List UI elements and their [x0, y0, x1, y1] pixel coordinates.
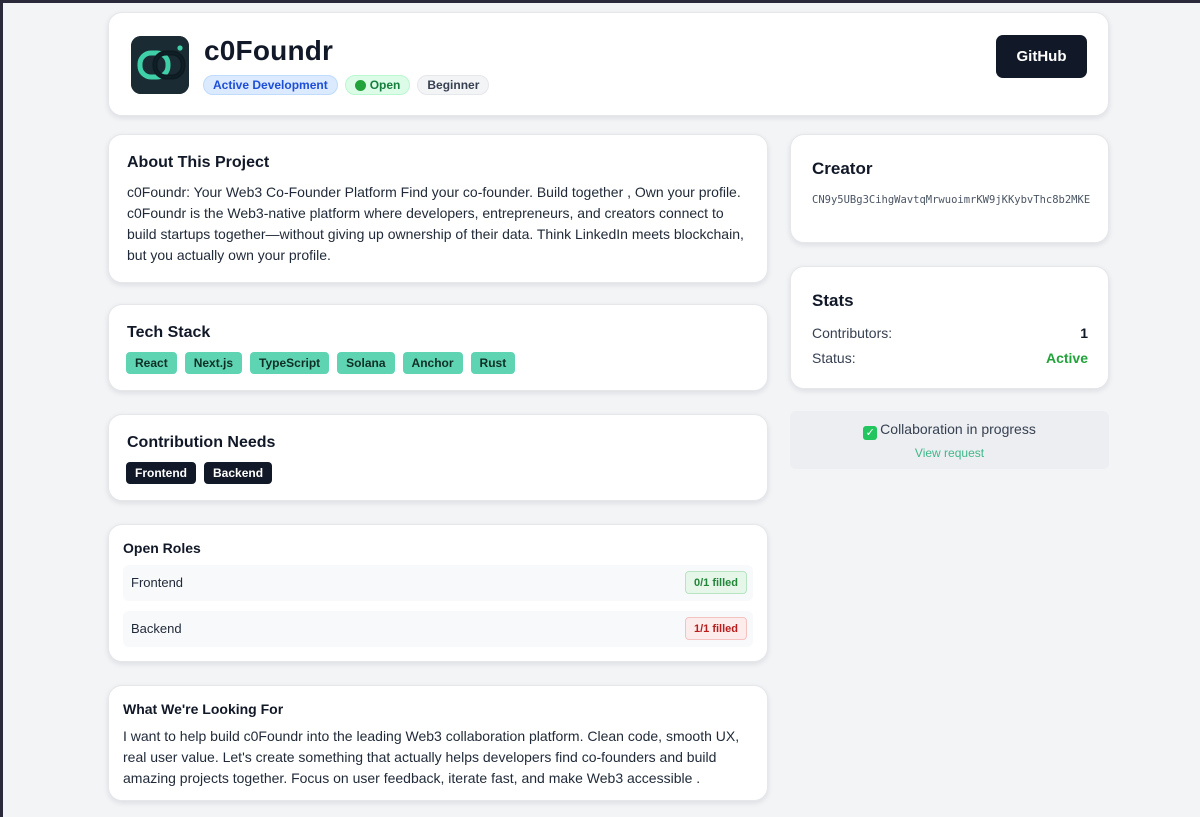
- status-badge-development: Active Development: [203, 75, 338, 95]
- green-dot-icon: [354, 79, 366, 91]
- looking-for-title: What We're Looking For: [123, 701, 284, 717]
- badge-label: Active Development: [213, 78, 328, 92]
- looking-for-section: What We're Looking For I want to help bu…: [108, 685, 768, 801]
- status-value: Active: [1045, 350, 1088, 366]
- github-button[interactable]: GitHub: [996, 35, 1087, 78]
- project-title: c0Foundr: [204, 35, 334, 66]
- about-title: About This Project: [127, 154, 270, 171]
- check-mark-icon: ✓: [863, 426, 878, 440]
- tech-stack-list: React Next.js TypeScript Solana Anchor R…: [126, 352, 516, 374]
- collaboration-message: ✓ Collaboration in progress: [790, 421, 1109, 440]
- stat-label: Status:: [812, 350, 856, 366]
- open-roles-section: Open Roles Frontend 0/1 filled Backend 1…: [108, 524, 768, 662]
- role-name: Backend: [131, 621, 182, 636]
- collaboration-text: Collaboration in progress: [880, 421, 1036, 437]
- creator-wallet-address: CN9y5UBg3CihgWavtqMrwuoimrKW9jKKybvThc8b…: [812, 194, 1091, 206]
- about-description: c0Foundr: Your Web3 Co-Founder Platform …: [127, 184, 744, 263]
- stats-section: Stats Contributors: 1 Status: Active: [790, 266, 1109, 389]
- role-filled-badge: 0/1 filled: [684, 571, 747, 594]
- tech-chip: Solana: [337, 352, 395, 374]
- tech-chip: Anchor: [402, 352, 463, 374]
- badge-label: Open: [369, 78, 401, 92]
- role-row-frontend[interactable]: Frontend 0/1 filled: [123, 565, 753, 601]
- tech-stack-section: Tech Stack React Next.js TypeScript Sola…: [108, 304, 768, 391]
- role-name: Frontend: [131, 575, 184, 590]
- stat-label: Contributors:: [812, 325, 893, 341]
- project-logo-icon: [131, 36, 189, 94]
- difficulty-badge: Beginner: [417, 75, 490, 95]
- tech-chip: React: [126, 352, 177, 374]
- open-roles-title: Open Roles: [123, 540, 201, 556]
- looking-for-description: I want to help build c0Foundr into the l…: [123, 728, 740, 786]
- stats-title: Stats: [812, 291, 854, 310]
- contributors-count: 1: [1080, 325, 1088, 341]
- project-badges: Active Development Open Beginner: [203, 75, 490, 95]
- stat-row-contributors: Contributors: 1: [812, 325, 1088, 341]
- contribution-needs-title: Contribution Needs: [127, 434, 276, 451]
- window-frame-left: [0, 0, 3, 817]
- window-frame-top: [0, 0, 1200, 3]
- role-row-backend[interactable]: Backend 1/1 filled: [123, 611, 753, 647]
- collaboration-banner: ✓ Collaboration in progress View request: [790, 411, 1109, 469]
- project-header: c0Foundr Active Development Open Beginne…: [108, 12, 1109, 116]
- tech-chip: TypeScript: [250, 352, 330, 374]
- need-chip: Frontend: [126, 462, 196, 484]
- role-filled-badge: 1/1 filled: [684, 617, 747, 640]
- tech-stack-title: Tech Stack: [127, 324, 211, 341]
- about-section: About This Project c0Foundr: Your Web3 C…: [108, 134, 768, 283]
- creator-title: Creator: [812, 159, 873, 178]
- badge-label: Beginner: [427, 78, 480, 92]
- stat-row-status: Status: Active: [812, 350, 1088, 366]
- creator-section: Creator CN9y5UBg3CihgWavtqMrwuoimrKW9jKK…: [790, 134, 1109, 243]
- view-request-link[interactable]: View request: [790, 446, 1109, 460]
- contribution-needs-section: Contribution Needs Frontend Backend: [108, 414, 768, 501]
- tech-chip: Next.js: [184, 352, 243, 374]
- status-badge-open: Open: [344, 75, 411, 95]
- need-chip: Backend: [204, 462, 273, 484]
- contribution-needs-list: Frontend Backend: [126, 462, 273, 484]
- tech-chip: Rust: [470, 352, 516, 374]
